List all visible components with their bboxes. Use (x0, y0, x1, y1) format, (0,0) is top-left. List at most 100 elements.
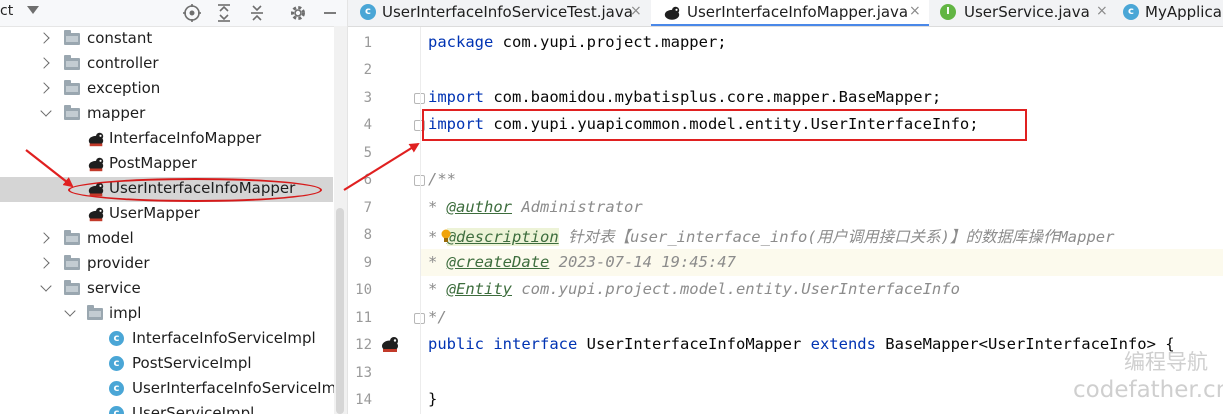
code-editor[interactable]: 1 2 3 4 5 6 7 8 9 10 11 12 13 14 package… (348, 27, 1223, 414)
line-number: 4 (363, 117, 372, 133)
line-number: 7 (363, 200, 372, 216)
project-toolbar: ct (0, 0, 347, 27)
lightbulb-icon[interactable] (440, 229, 452, 243)
tree-item-mapper[interactable]: mapper (0, 102, 333, 127)
project-view-title[interactable]: ct (0, 3, 13, 19)
folder-icon (64, 255, 80, 270)
tree-item-label: constant (87, 29, 153, 47)
chevron-right-icon[interactable] (38, 57, 50, 69)
tab-userinterfaceinfomapper[interactable]: UserInterfaceInfoMapper.java × (651, 0, 929, 26)
code-line-8: * @description 针对表【user_interface_info(用… (428, 225, 1114, 247)
mybatis-mapper-icon (88, 132, 104, 147)
close-icon[interactable]: × (630, 3, 642, 19)
tree-item-interfaceinfomapper[interactable]: InterfaceInfoMapper (0, 127, 333, 152)
folder-icon (87, 305, 103, 320)
editor-tab-bar: c UserInterfaceInfoServiceTest.java × Us… (348, 0, 1223, 27)
minimize-icon[interactable] (320, 3, 340, 23)
tab-label: UserService.java (964, 3, 1090, 21)
tree-item-impl[interactable]: impl (0, 302, 333, 327)
doc-star: * (428, 198, 447, 216)
keyword: public (428, 335, 484, 353)
tree-item-label: controller (87, 54, 159, 72)
tree-item-userinterfaceinfoserviceimpl[interactable]: c UserInterfaceInfoServiceIm (0, 377, 336, 402)
code-text: com.yupi.project.mapper; (493, 33, 727, 51)
locate-target-icon[interactable] (182, 3, 202, 23)
gear-icon[interactable] (288, 3, 308, 23)
line-number: 12 (355, 337, 372, 353)
tree-item-label: model (87, 229, 134, 247)
tree-item-userserviceimpl[interactable]: c UserServiceImpl (0, 402, 333, 414)
code-line-7: * @author Administrator (428, 198, 643, 216)
java-class-icon: c (109, 331, 124, 346)
chevron-down-icon[interactable] (40, 105, 52, 117)
code-text: com.baomidou.mybatisplus.core.mapper.Bas… (484, 88, 942, 106)
editor-gutter: 1 2 3 4 5 6 7 8 9 10 11 12 13 14 (348, 27, 425, 414)
java-class-icon: c (1123, 4, 1139, 20)
line-number: 5 (363, 145, 372, 161)
line-number: 14 (355, 392, 372, 408)
javadoc-tag: @description (446, 228, 559, 246)
mybatis-mapper-gutter-icon[interactable] (380, 334, 400, 354)
mybatis-mapper-icon (88, 157, 104, 172)
javadoc-tag: @Entity (446, 280, 512, 298)
code-line-1: package com.yupi.project.mapper; (428, 33, 727, 51)
line-number: 10 (355, 282, 372, 298)
tree-item-label: exception (87, 79, 161, 97)
tab-userservice[interactable]: I UserService.java × (930, 0, 1120, 26)
watermark-text: 编程导航 (1124, 350, 1208, 374)
code-line-14: } (428, 390, 438, 408)
tree-item-model[interactable]: model (0, 227, 333, 252)
tree-item-controller[interactable]: controller (0, 52, 333, 77)
folder-icon (64, 55, 80, 70)
doc-text: 2023-07-14 19:45:47 (549, 253, 736, 271)
collapse-all-icon[interactable] (247, 3, 267, 23)
tab-myapplication[interactable]: c MyApplica (1121, 0, 1223, 26)
folder-icon (64, 80, 80, 95)
chevron-down-icon[interactable] (64, 305, 76, 317)
doc-star: * (428, 253, 447, 271)
tab-userinterfaceinfoservicetest[interactable]: c UserInterfaceInfoServiceTest.java × (348, 0, 650, 26)
folder-icon (64, 230, 80, 245)
line-number: 3 (363, 90, 372, 106)
keyword: extends (810, 335, 876, 353)
folder-icon (64, 280, 80, 295)
mybatis-mapper-icon (664, 6, 680, 20)
mybatis-mapper-icon (88, 207, 104, 222)
tab-label: UserInterfaceInfoMapper.java (687, 3, 909, 21)
tree-item-label: InterfaceInfoMapper (109, 129, 262, 147)
tree-item-constant[interactable]: constant (0, 27, 333, 52)
tree-item-label: mapper (87, 104, 146, 122)
tree-item-service[interactable]: service (0, 277, 333, 302)
tree-item-exception[interactable]: exception (0, 77, 333, 102)
tree-item-label: provider (87, 254, 150, 272)
code-line-6: /** (428, 170, 456, 188)
folder-icon (64, 30, 80, 45)
javadoc-tag: @author (446, 198, 512, 216)
chevron-down-icon[interactable] (40, 280, 52, 292)
tree-item-interfaceinfoserviceimpl[interactable]: c InterfaceInfoServiceImpl (0, 327, 333, 352)
chevron-right-icon[interactable] (38, 232, 50, 244)
scrollbar-thumb[interactable] (336, 208, 344, 414)
code-line-12: public interface UserInterfaceInfoMapper… (428, 335, 1175, 353)
javadoc-tag: @createDate (446, 253, 550, 271)
close-icon[interactable]: × (909, 3, 921, 19)
expand-all-icon[interactable] (214, 3, 234, 23)
tab-label: MyApplica (1145, 3, 1222, 21)
chevron-right-icon[interactable] (38, 257, 50, 269)
tree-item-postserviceimpl[interactable]: c PostServiceImpl (0, 352, 333, 377)
close-icon[interactable]: × (1096, 3, 1108, 19)
tree-item-usermapper[interactable]: UserMapper (0, 202, 333, 227)
doc-text: com.yupi.project.model.entity.UserInterf… (512, 280, 960, 298)
line-number: 6 (363, 172, 372, 188)
tree-item-label: InterfaceInfoServiceImpl (132, 329, 316, 347)
chevron-right-icon[interactable] (38, 82, 50, 94)
tree-item-provider[interactable]: provider (0, 252, 333, 277)
tree-item-label: UserMapper (109, 204, 200, 222)
tab-label: UserInterfaceInfoServiceTest.java (382, 3, 633, 21)
tree-item-postmapper[interactable]: PostMapper (0, 152, 333, 177)
chevron-down-icon[interactable] (27, 6, 39, 14)
class-name: UserInterfaceInfoMapper (577, 335, 811, 353)
code-line-3: import com.baomidou.mybatisplus.core.map… (428, 88, 941, 106)
watermark-text: codefather.cn (1073, 377, 1223, 403)
chevron-right-icon[interactable] (38, 32, 50, 44)
